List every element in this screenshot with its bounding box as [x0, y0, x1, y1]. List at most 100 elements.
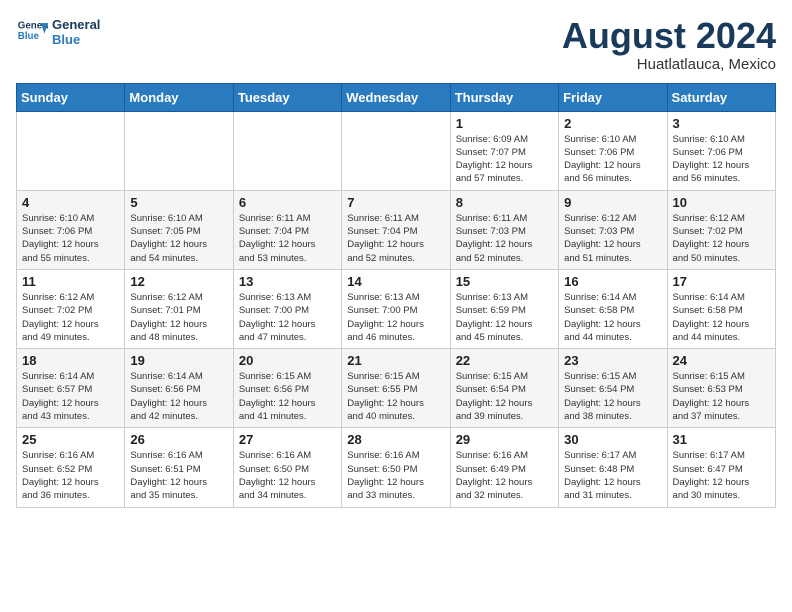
- day-number: 7: [347, 195, 444, 210]
- day-info: Sunrise: 6:14 AMSunset: 6:58 PMDaylight:…: [673, 291, 770, 344]
- day-info: Sunrise: 6:16 AMSunset: 6:51 PMDaylight:…: [130, 449, 227, 502]
- calendar-cell: 24 Sunrise: 6:15 AMSunset: 6:53 PMDayligh…: [667, 349, 775, 428]
- day-number: 14: [347, 274, 444, 289]
- day-info: Sunrise: 6:14 AMSunset: 6:58 PMDaylight:…: [564, 291, 661, 344]
- day-number: 20: [239, 353, 336, 368]
- day-number: 29: [456, 432, 553, 447]
- calendar-cell: 7 Sunrise: 6:11 AMSunset: 7:04 PMDaylight…: [342, 190, 450, 269]
- svg-text:Blue: Blue: [18, 31, 40, 42]
- day-number: 16: [564, 274, 661, 289]
- day-number: 30: [564, 432, 661, 447]
- calendar-cell: 21 Sunrise: 6:15 AMSunset: 6:55 PMDayligh…: [342, 349, 450, 428]
- calendar-week-1: 4Sunrise: 6:10 AMSunset: 7:06 PMDaylight…: [17, 190, 776, 269]
- calendar-cell: 27 Sunrise: 6:16 AMSunset: 6:50 PMDayligh…: [233, 428, 341, 507]
- calendar-cell: 4Sunrise: 6:10 AMSunset: 7:06 PMDaylight…: [17, 190, 125, 269]
- calendar-cell: 18 Sunrise: 6:14 AMSunset: 6:57 PMDayligh…: [17, 349, 125, 428]
- day-number: 12: [130, 274, 227, 289]
- day-info: Sunrise: 6:10 AMSunset: 7:06 PMDaylight:…: [673, 133, 770, 186]
- day-number: 28: [347, 432, 444, 447]
- day-number: 19: [130, 353, 227, 368]
- col-header-monday: Monday: [125, 83, 233, 111]
- day-number: 3: [673, 116, 770, 131]
- col-header-wednesday: Wednesday: [342, 83, 450, 111]
- day-info: Sunrise: 6:16 AMSunset: 6:49 PMDaylight:…: [456, 449, 553, 502]
- day-info: Sunrise: 6:16 AMSunset: 6:50 PMDaylight:…: [347, 449, 444, 502]
- calendar-cell: 30Sunrise: 6:17 AMSunset: 6:48 PMDayligh…: [559, 428, 667, 507]
- calendar-cell: 15 Sunrise: 6:13 AMSunset: 6:59 PMDayligh…: [450, 269, 558, 348]
- calendar-week-2: 11Sunrise: 6:12 AMSunset: 7:02 PMDayligh…: [17, 269, 776, 348]
- col-header-tuesday: Tuesday: [233, 83, 341, 111]
- day-number: 22: [456, 353, 553, 368]
- calendar-cell: 22Sunrise: 6:15 AMSunset: 6:54 PMDayligh…: [450, 349, 558, 428]
- day-number: 5: [130, 195, 227, 210]
- day-number: 15: [456, 274, 553, 289]
- calendar-cell: 9Sunrise: 6:12 AMSunset: 7:03 PMDaylight…: [559, 190, 667, 269]
- calendar-cell: [125, 111, 233, 190]
- calendar-cell: [342, 111, 450, 190]
- calendar-cell: 13Sunrise: 6:13 AMSunset: 7:00 PMDayligh…: [233, 269, 341, 348]
- calendar-cell: 20 Sunrise: 6:15 AMSunset: 6:56 PMDayligh…: [233, 349, 341, 428]
- calendar-cell: 1 Sunrise: 6:09 AMSunset: 7:07 PMDaylight…: [450, 111, 558, 190]
- title-block: August 2024 Huatlatlauca, Mexico: [562, 16, 776, 73]
- location: Huatlatlauca, Mexico: [562, 56, 776, 73]
- day-number: 27: [239, 432, 336, 447]
- logo: General Blue General Blue: [16, 16, 100, 48]
- calendar-cell: 8 Sunrise: 6:11 AMSunset: 7:03 PMDaylight…: [450, 190, 558, 269]
- calendar-cell: 2 Sunrise: 6:10 AMSunset: 7:06 PMDaylight…: [559, 111, 667, 190]
- day-info: Sunrise: 6:13 AMSunset: 7:00 PMDaylight:…: [347, 291, 444, 344]
- day-info: Sunrise: 6:11 AMSunset: 7:03 PMDaylight:…: [456, 212, 553, 265]
- calendar-cell: 28 Sunrise: 6:16 AMSunset: 6:50 PMDayligh…: [342, 428, 450, 507]
- day-number: 1: [456, 116, 553, 131]
- page-header: General Blue General Blue August 2024 Hu…: [16, 16, 776, 73]
- col-header-sunday: Sunday: [17, 83, 125, 111]
- day-info: Sunrise: 6:10 AMSunset: 7:05 PMDaylight:…: [130, 212, 227, 265]
- day-number: 18: [22, 353, 119, 368]
- calendar-cell: 17 Sunrise: 6:14 AMSunset: 6:58 PMDayligh…: [667, 269, 775, 348]
- day-info: Sunrise: 6:17 AMSunset: 6:47 PMDaylight:…: [673, 449, 770, 502]
- day-info: Sunrise: 6:10 AMSunset: 7:06 PMDaylight:…: [564, 133, 661, 186]
- col-header-saturday: Saturday: [667, 83, 775, 111]
- calendar-week-0: 1 Sunrise: 6:09 AMSunset: 7:07 PMDaylight…: [17, 111, 776, 190]
- day-number: 17: [673, 274, 770, 289]
- day-number: 10: [673, 195, 770, 210]
- logo-icon: General Blue: [16, 16, 48, 48]
- day-info: Sunrise: 6:14 AMSunset: 6:56 PMDaylight:…: [130, 370, 227, 423]
- calendar-cell: 10 Sunrise: 6:12 AMSunset: 7:02 PMDayligh…: [667, 190, 775, 269]
- col-header-thursday: Thursday: [450, 83, 558, 111]
- day-number: 6: [239, 195, 336, 210]
- day-info: Sunrise: 6:12 AMSunset: 7:02 PMDaylight:…: [673, 212, 770, 265]
- calendar-cell: 19 Sunrise: 6:14 AMSunset: 6:56 PMDayligh…: [125, 349, 233, 428]
- calendar-cell: 16 Sunrise: 6:14 AMSunset: 6:58 PMDayligh…: [559, 269, 667, 348]
- day-info: Sunrise: 6:15 AMSunset: 6:55 PMDaylight:…: [347, 370, 444, 423]
- col-header-friday: Friday: [559, 83, 667, 111]
- day-number: 25: [22, 432, 119, 447]
- calendar-cell: 6 Sunrise: 6:11 AMSunset: 7:04 PMDaylight…: [233, 190, 341, 269]
- day-info: Sunrise: 6:11 AMSunset: 7:04 PMDaylight:…: [239, 212, 336, 265]
- logo-general-text: General: [52, 17, 100, 32]
- day-info: Sunrise: 6:09 AMSunset: 7:07 PMDaylight:…: [456, 133, 553, 186]
- day-info: Sunrise: 6:16 AMSunset: 6:50 PMDaylight:…: [239, 449, 336, 502]
- calendar-cell: [233, 111, 341, 190]
- calendar-table: SundayMondayTuesdayWednesdayThursdayFrid…: [16, 83, 776, 508]
- day-number: 2: [564, 116, 661, 131]
- calendar-cell: 12Sunrise: 6:12 AMSunset: 7:01 PMDayligh…: [125, 269, 233, 348]
- day-info: Sunrise: 6:14 AMSunset: 6:57 PMDaylight:…: [22, 370, 119, 423]
- day-info: Sunrise: 6:15 AMSunset: 6:56 PMDaylight:…: [239, 370, 336, 423]
- calendar-cell: 26Sunrise: 6:16 AMSunset: 6:51 PMDayligh…: [125, 428, 233, 507]
- day-info: Sunrise: 6:12 AMSunset: 7:03 PMDaylight:…: [564, 212, 661, 265]
- day-number: 8: [456, 195, 553, 210]
- day-info: Sunrise: 6:13 AMSunset: 6:59 PMDaylight:…: [456, 291, 553, 344]
- calendar-week-3: 18 Sunrise: 6:14 AMSunset: 6:57 PMDayligh…: [17, 349, 776, 428]
- calendar-cell: 3 Sunrise: 6:10 AMSunset: 7:06 PMDaylight…: [667, 111, 775, 190]
- calendar-week-4: 25Sunrise: 6:16 AMSunset: 6:52 PMDayligh…: [17, 428, 776, 507]
- calendar-cell: 25Sunrise: 6:16 AMSunset: 6:52 PMDayligh…: [17, 428, 125, 507]
- day-number: 24: [673, 353, 770, 368]
- logo-blue-text: Blue: [52, 32, 100, 47]
- day-number: 21: [347, 353, 444, 368]
- calendar-cell: 31Sunrise: 6:17 AMSunset: 6:47 PMDayligh…: [667, 428, 775, 507]
- day-number: 11: [22, 274, 119, 289]
- day-info: Sunrise: 6:15 AMSunset: 6:53 PMDaylight:…: [673, 370, 770, 423]
- day-info: Sunrise: 6:11 AMSunset: 7:04 PMDaylight:…: [347, 212, 444, 265]
- day-info: Sunrise: 6:15 AMSunset: 6:54 PMDaylight:…: [564, 370, 661, 423]
- calendar-cell: 23Sunrise: 6:15 AMSunset: 6:54 PMDayligh…: [559, 349, 667, 428]
